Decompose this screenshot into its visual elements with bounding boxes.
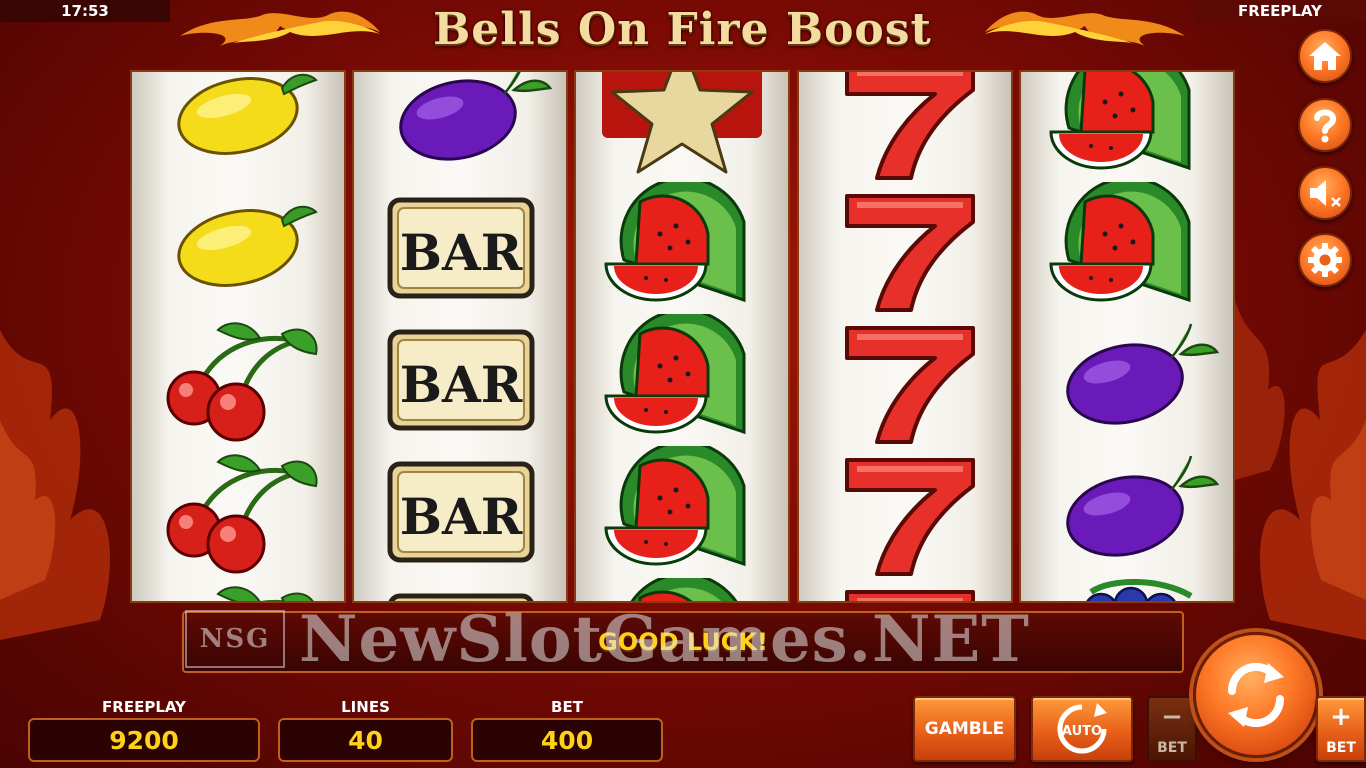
- svg-text:BAR: BAR: [400, 487, 523, 546]
- title-banner: Bells On Fire Boost: [170, 0, 1195, 66]
- bar-symbol: BAR: [354, 314, 566, 446]
- seven-symbol: [799, 182, 1011, 314]
- help-icon: [1314, 109, 1337, 143]
- plus-icon: +: [1330, 702, 1352, 732]
- svg-text:BAR: BAR: [400, 223, 523, 282]
- star-symbol: [576, 72, 788, 182]
- bet-decrease-label: BET: [1157, 740, 1187, 756]
- bet-decrease-button[interactable]: − BET: [1147, 696, 1197, 762]
- watermelon-symbol: [576, 308, 788, 446]
- cherries-symbol: [132, 314, 344, 446]
- watermelon-symbol: [576, 572, 788, 601]
- watermelon-symbol: [576, 440, 788, 578]
- bar-symbol: BAR: [354, 182, 566, 314]
- seven-symbol: [799, 578, 1011, 601]
- home-icon: [1309, 42, 1341, 70]
- bet-label: BET: [551, 698, 583, 716]
- lines-label: LINES: [341, 698, 390, 716]
- gamble-button[interactable]: GAMBLE: [913, 696, 1016, 762]
- sound-button[interactable]: [1298, 166, 1352, 220]
- auto-play-button[interactable]: AUTO: [1031, 696, 1133, 762]
- bet-increase-label: BET: [1326, 740, 1356, 756]
- cherries-symbol: [132, 446, 344, 578]
- cherries-symbol: [132, 578, 344, 601]
- info-message: GOOD LUCK!: [598, 628, 768, 656]
- reel-4: [797, 70, 1013, 603]
- lines-display: LINES 40: [278, 694, 453, 766]
- spin-icon: [1227, 662, 1285, 728]
- bet-value: 400: [471, 718, 663, 762]
- watermelon-symbol: [1021, 176, 1233, 314]
- watermelon-symbol: [1021, 72, 1233, 182]
- balance-label: FREEPLAY: [102, 698, 186, 716]
- info-bar: GOOD LUCK!: [182, 611, 1184, 673]
- reel-1: [130, 70, 346, 603]
- bet-display: BET 400: [471, 694, 663, 766]
- reel-3: [574, 70, 790, 603]
- bar-symbol: BAR: [354, 446, 566, 578]
- home-button[interactable]: [1298, 29, 1352, 83]
- sound-muted-icon: [1310, 180, 1341, 207]
- mode-badge: FREEPLAY: [1194, 0, 1366, 22]
- plum-symbol: [1021, 314, 1233, 446]
- help-button[interactable]: [1298, 98, 1352, 152]
- seven-symbol: [799, 314, 1011, 446]
- grapes-symbol: [1021, 578, 1233, 601]
- balance-display: FREEPLAY 9200: [28, 694, 260, 766]
- balance-value: 9200: [28, 718, 260, 762]
- seven-symbol: [799, 72, 1011, 182]
- flame-right-icon: [985, 11, 1185, 46]
- plum-symbol: [1021, 446, 1233, 578]
- lemon-symbol: [132, 182, 344, 314]
- minus-icon: −: [1161, 702, 1183, 732]
- bar-symbol: BAR: [354, 578, 566, 601]
- spin-button[interactable]: [1193, 632, 1319, 758]
- settings-button[interactable]: [1298, 233, 1352, 287]
- seven-symbol: [799, 446, 1011, 578]
- plum-symbol: [354, 72, 566, 182]
- bet-increase-button[interactable]: + BET: [1316, 696, 1366, 762]
- reel-2: BAR BAR BAR BAR: [352, 70, 568, 603]
- svg-text:BAR: BAR: [400, 355, 523, 414]
- reels-area: BAR BAR BAR BAR: [130, 70, 1235, 603]
- clock: 17:53: [0, 0, 170, 22]
- auto-spin-icon: AUTO: [1057, 703, 1107, 754]
- reel-5: [1019, 70, 1235, 603]
- lemon-symbol: [132, 72, 344, 182]
- watermelon-symbol: [576, 176, 788, 314]
- settings-icon: [1308, 243, 1342, 277]
- lines-value: 40: [278, 718, 453, 762]
- auto-label: AUTO: [1062, 724, 1102, 739]
